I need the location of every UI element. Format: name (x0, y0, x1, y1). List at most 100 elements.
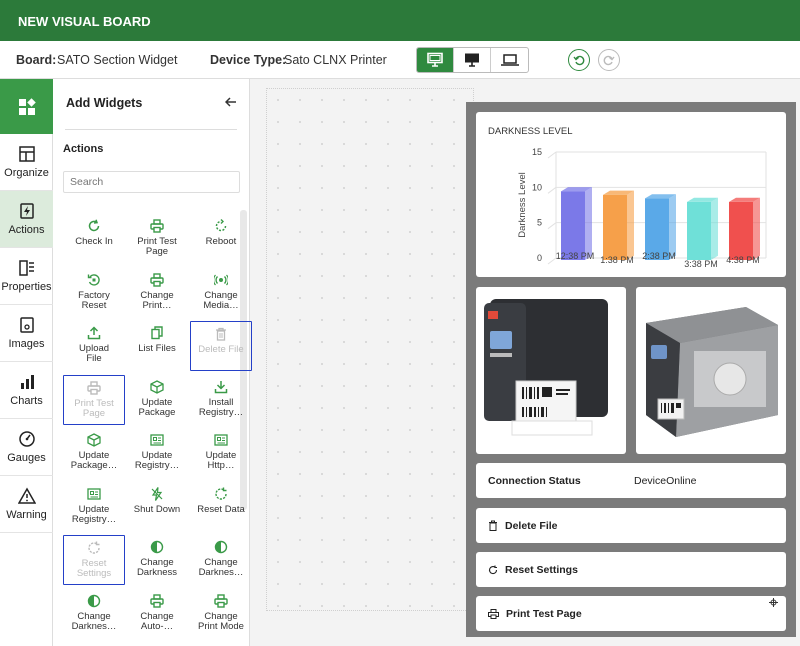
x-tick-label: 2:38 PM (642, 251, 676, 261)
widget-update-10[interactable]: Update Package (126, 375, 188, 425)
panel-back-button[interactable] (224, 94, 237, 110)
monitor-icon (465, 53, 479, 67)
printer-icon (488, 608, 499, 619)
nav-warning[interactable]: Warning (0, 476, 53, 533)
registry-icon (150, 434, 164, 446)
widget-reset-18[interactable]: Reset Settings (63, 535, 125, 585)
move-handle-icon[interactable] (769, 598, 778, 607)
widget-print-test-9[interactable]: Print Test Page (63, 375, 125, 425)
app-title-bar: NEW VISUAL BOARD (0, 0, 800, 41)
undo-button[interactable] (568, 49, 590, 71)
widget-check-in-0[interactable]: Check In (63, 214, 125, 264)
printer-image-card-front[interactable] (476, 287, 626, 454)
widget-label-line2: Print Mode (198, 621, 244, 632)
connection-status-card[interactable]: Connection Status DeviceOnline (476, 463, 786, 498)
widget-change-4[interactable]: Change Print… (126, 268, 188, 318)
widget-change-22[interactable]: Change Auto-… (126, 589, 188, 639)
design-canvas[interactable] (266, 88, 474, 611)
print-test-page-action-card[interactable]: Print Test Page (476, 596, 786, 631)
widget-label-line2: Media… (203, 300, 239, 311)
desktop-view-button[interactable] (417, 48, 454, 72)
add-widgets-nav-button[interactable] (0, 79, 53, 134)
redo-button[interactable] (598, 49, 620, 71)
widget-label-line2: Darknes… (71, 621, 117, 632)
board-value: SATO Section Widget (57, 53, 178, 67)
factory-reset-icon (87, 274, 100, 286)
printer-side-image (646, 307, 778, 437)
warning-icon (17, 487, 36, 504)
x-tick-label: 12:38 PM (556, 251, 595, 261)
darkness-chart-card[interactable]: DARKNESS LEVEL 0 5 10 15 Darkness Level 12:38… (476, 112, 786, 277)
printer-image-card-side[interactable] (636, 287, 786, 454)
widget-update-12[interactable]: Update Package… (63, 428, 125, 478)
x-tick-label: 4:38 PM (726, 255, 760, 265)
device-type-value: Sato CLNX Printer (284, 53, 387, 67)
nav-gauges[interactable]: Gauges (0, 419, 53, 476)
widget-update-15[interactable]: Update Registry… (63, 482, 125, 532)
widget-change-23[interactable]: Change Print Mode (190, 589, 252, 639)
widget-upload-6[interactable]: Upload File (63, 321, 125, 371)
printer-icon (150, 594, 164, 608)
widget-label-line2: Settings (76, 568, 112, 579)
widget-delete-file-8[interactable]: Delete File (190, 321, 252, 371)
nav-actions[interactable]: Actions (0, 191, 53, 248)
laptop-view-button[interactable] (491, 48, 528, 72)
widget-label-line2: Package (138, 407, 176, 418)
nav-charts[interactable]: Charts (0, 362, 53, 419)
registry-icon (87, 488, 101, 500)
widget-shut-down-16[interactable]: Shut Down (126, 482, 188, 532)
add-widgets-panel: Add Widgets Actions Check In Print TestPa… (53, 79, 252, 646)
widget-label-line1: List Files (138, 343, 176, 354)
properties-icon (18, 260, 34, 276)
nav-organize[interactable]: Organize (0, 134, 53, 191)
widget-install-11[interactable]: Install Registry… (190, 375, 252, 425)
widget-label-line2: Registry… (198, 407, 244, 418)
image-icon (19, 317, 34, 333)
bar-4:38 PM (729, 201, 753, 260)
panel-divider (65, 129, 237, 130)
download-icon (214, 381, 228, 394)
nav-charts-label: Charts (10, 395, 43, 407)
nav-organize-label: Organize (4, 167, 49, 179)
widget-label-line2: Darknes… (198, 567, 244, 578)
monitor-view-button[interactable] (454, 48, 491, 72)
nav-images[interactable]: Images (0, 305, 53, 362)
nav-images-label: Images (8, 338, 45, 350)
printer-icon (87, 381, 101, 395)
nav-properties[interactable]: Properties (0, 248, 53, 305)
widget-label-line2: Registry… (71, 514, 117, 525)
widget-change-20[interactable]: Change Darknes… (190, 535, 252, 585)
widget-reset-data-17[interactable]: Reset Data (190, 482, 252, 532)
panel-title: Add Widgets (66, 96, 143, 110)
reset-settings-action-card[interactable]: Reset Settings (476, 552, 786, 587)
grid-line-depth (547, 151, 557, 159)
power-icon (151, 487, 163, 501)
widget-print-test-1[interactable]: Print Test Page (126, 214, 188, 264)
widget-search-input[interactable] (63, 171, 240, 193)
nav-warning-label: Warning (6, 509, 47, 521)
widget-label-line2: Registry… (134, 460, 180, 471)
widget-change-5[interactable]: Change Media… (190, 268, 252, 318)
widget-label-line2: File (86, 353, 102, 364)
widget-label-line2: Reset (81, 300, 107, 311)
widget-update-14[interactable]: Update Http… (190, 428, 252, 478)
device-type-label: Device Type: (210, 53, 287, 67)
widget-label-line2: Package… (70, 460, 118, 471)
trash-icon (216, 327, 226, 341)
section-title: Actions (63, 143, 104, 155)
print-test-page-label: Print Test Page (506, 607, 582, 620)
widget-reboot-2[interactable]: Reboot (190, 214, 252, 264)
widget-list-files-7[interactable]: List Files (126, 321, 188, 371)
widget-factory-3[interactable]: Factory Reset (63, 268, 125, 318)
reset-icon (88, 541, 100, 554)
files-icon (151, 326, 163, 340)
package-icon (87, 433, 101, 447)
widget-change-19[interactable]: Change Darkness (126, 535, 188, 585)
laptop-icon (500, 54, 519, 66)
widget-update-13[interactable]: Update Registry… (126, 428, 188, 478)
delete-file-action-card[interactable]: Delete File (476, 508, 786, 543)
widget-change-21[interactable]: Change Darknes… (63, 589, 125, 639)
y-tick-label: 5 (537, 218, 542, 228)
grid-line-depth (547, 186, 557, 194)
layout-icon (18, 146, 35, 162)
